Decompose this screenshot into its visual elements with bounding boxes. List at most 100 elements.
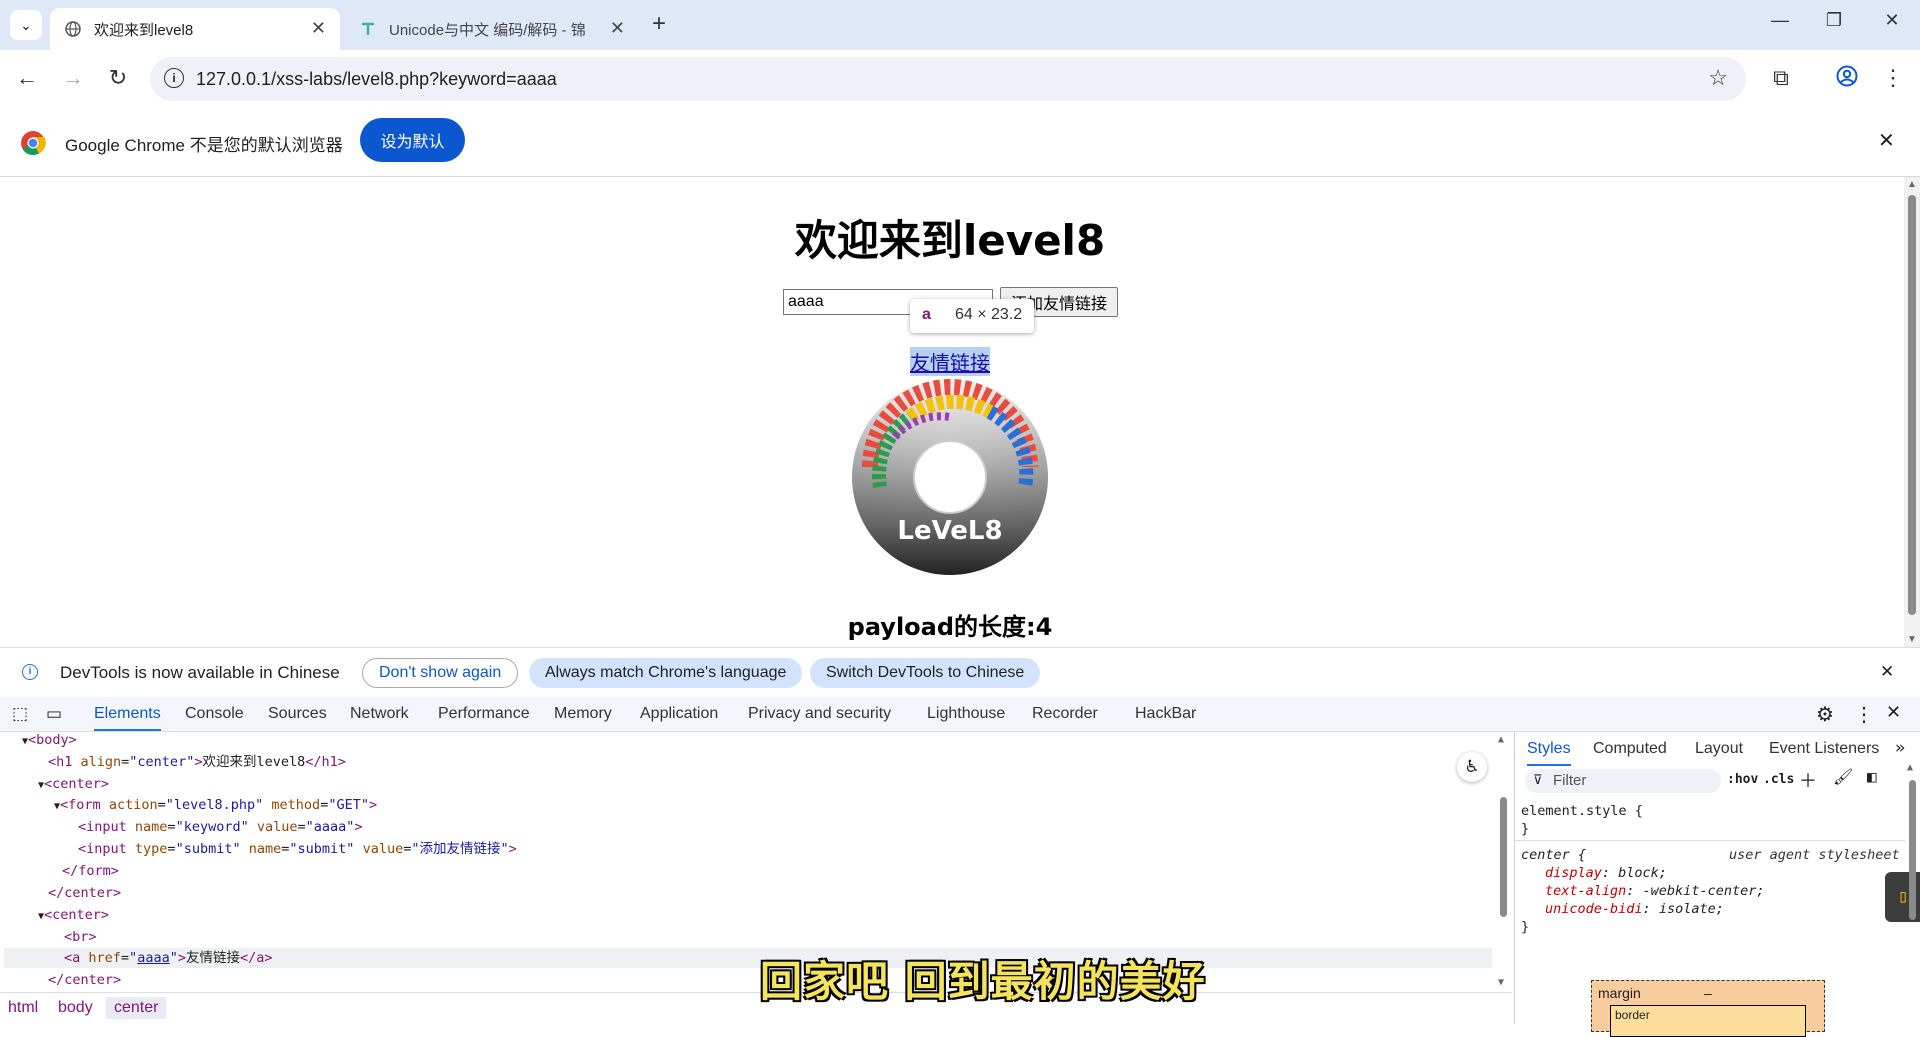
disc-text: LeVeL8 <box>897 516 1002 546</box>
menu-icon[interactable]: ⋮ <box>1878 65 1908 91</box>
scrollbar-thumb[interactable] <box>1909 780 1916 920</box>
chrome-logo-icon <box>20 130 46 159</box>
tab-application[interactable]: Application <box>640 705 718 723</box>
more-tabs-icon[interactable]: » <box>1895 738 1905 758</box>
match-language-button[interactable]: Always match Chrome's language <box>529 658 803 688</box>
devtools-tabbar: ⬚ ▭ Elements Console Sources Network Per… <box>0 697 1920 732</box>
dom-line-body[interactable]: ▼<body> <box>22 730 77 750</box>
switch-chinese-button[interactable]: Switch DevTools to Chinese <box>810 658 1041 688</box>
page-heading: 欢迎来到level8 <box>794 216 1106 265</box>
info-icon: i <box>22 664 38 680</box>
elements-scrollbar[interactable]: ▲ ▼ <box>1498 732 1510 990</box>
minimize-icon[interactable]: — <box>1760 10 1800 31</box>
close-infobar-icon[interactable]: ✕ <box>1878 128 1895 153</box>
site-info-icon[interactable]: i <box>164 68 184 88</box>
device-toolbar-icon[interactable]: ▭ <box>46 704 62 724</box>
inspect-element-icon[interactable]: ⬚ <box>12 704 28 724</box>
tab-sources[interactable]: Sources <box>268 705 327 723</box>
sidebar-toggle-icon[interactable]: ◧ <box>1867 767 1877 786</box>
friend-link[interactable]: 友情链接 <box>910 347 990 376</box>
paint-icon[interactable]: 🖌 <box>1833 767 1853 786</box>
accessibility-tree-icon[interactable]: ♿ <box>1457 752 1487 782</box>
styles-panel: Styles Computed Layout Event Listeners »… <box>1514 732 1920 1037</box>
dom-line-center2[interactable]: ▼<center> <box>38 905 109 925</box>
level8-disc-image: LeVeL8 <box>850 377 1050 580</box>
scroll-down-icon[interactable]: ▼ <box>1907 634 1917 645</box>
tab-styles[interactable]: Styles <box>1527 740 1571 766</box>
profile-icon[interactable] <box>1832 65 1862 93</box>
tab-search-button[interactable]: ⌄ <box>10 10 42 40</box>
tab-performance[interactable]: Performance <box>438 705 530 723</box>
dom-line-h1[interactable]: <h1 align="center">欢迎来到level8</h1> <box>48 752 346 772</box>
scrollbar-thumb[interactable] <box>1908 195 1916 615</box>
scroll-up-icon[interactable]: ▲ <box>1907 762 1913 773</box>
bookmark-star-icon[interactable]: ☆ <box>1708 65 1728 91</box>
scroll-up-icon[interactable]: ▲ <box>1498 734 1504 745</box>
close-window-icon[interactable]: ✕ <box>1872 10 1912 31</box>
url-text[interactable]: 127.0.0.1/xss-labs/level8.php?keyword=aa… <box>196 69 557 90</box>
tab-unicode[interactable]: Unicode与中文 编码/解码 - 锦 ✕ <box>345 8 635 50</box>
tooltip-size: 64 × 23.2 <box>955 306 1023 323</box>
breadcrumb-center[interactable]: center <box>106 997 167 1019</box>
tab-privacy-security[interactable]: Privacy and security <box>748 705 891 723</box>
tab-lighthouse[interactable]: Lighthouse <box>927 705 1005 723</box>
scroll-down-icon[interactable]: ▼ <box>1498 977 1504 988</box>
dont-show-again-button[interactable]: Don't show again <box>362 658 519 688</box>
dom-line-a-selected[interactable]: <a href="aaaa">友情链接</a> <box>4 948 1492 968</box>
prop-display[interactable]: display: block; <box>1545 863 1667 883</box>
tab-event-listeners[interactable]: Event Listeners <box>1769 740 1879 758</box>
prop-unicode-bidi[interactable]: unicode-bidi: isolate; <box>1545 899 1724 919</box>
reload-icon[interactable]: ↻ <box>103 65 133 91</box>
breadcrumb-body[interactable]: body <box>58 999 93 1017</box>
styles-filter[interactable]: ⊽ Filter <box>1525 769 1721 793</box>
prop-text-align[interactable]: text-align: -webkit-center; <box>1545 881 1764 901</box>
settings-gear-icon[interactable]: ⚙ <box>1816 702 1834 727</box>
breadcrumb-html[interactable]: html <box>8 999 38 1017</box>
elements-panel: ▼<body> <h1 align="center">欢迎来到level8</h… <box>0 732 1512 990</box>
new-tab-button[interactable]: + <box>652 10 666 38</box>
hov-toggle[interactable]: :hov <box>1727 772 1758 787</box>
extensions-icon[interactable]: ⧉ <box>1766 65 1796 91</box>
dom-line-form[interactable]: ▼<form action="level8.php" method="GET"> <box>54 795 377 815</box>
more-options-icon[interactable]: ⋮ <box>1854 702 1874 727</box>
dom-line-center2-close[interactable]: </center> <box>48 970 121 990</box>
scroll-up-icon[interactable]: ▲ <box>1907 179 1917 190</box>
tab-network[interactable]: Network <box>350 705 409 723</box>
dom-line-input-keyword[interactable]: <input name="keyword" value="aaaa"> <box>78 817 363 837</box>
restore-icon[interactable]: ❐ <box>1814 10 1854 31</box>
styles-scrollbar[interactable]: ▲ <box>1907 760 1919 1024</box>
close-tab-icon[interactable]: ✕ <box>610 18 625 39</box>
dom-line-center-close[interactable]: </center> <box>48 883 121 903</box>
tab-computed[interactable]: Computed <box>1593 740 1667 758</box>
tab-memory[interactable]: Memory <box>554 705 612 723</box>
cls-toggle[interactable]: .cls <box>1763 772 1794 787</box>
dom-line-input-submit[interactable]: <input type="submit" name="submit" value… <box>78 839 517 859</box>
dom-line-form-close[interactable]: </form> <box>62 861 119 881</box>
close-devtools-icon[interactable]: ✕ <box>1886 702 1901 723</box>
filter-icon: ⊽ <box>1533 772 1543 787</box>
filter-placeholder: Filter <box>1553 772 1587 789</box>
forward-icon[interactable]: → <box>58 65 88 91</box>
close-tab-icon[interactable]: ✕ <box>311 18 326 39</box>
address-bar[interactable]: i 127.0.0.1/xss-labs/level8.php?keyword=… <box>150 57 1746 101</box>
element-style-rule[interactable]: element.style { <box>1521 801 1643 821</box>
close-banner-icon[interactable]: ✕ <box>1880 662 1894 682</box>
center-rule-selector[interactable]: center { <box>1521 845 1586 865</box>
box-model-border: border <box>1610 1005 1806 1037</box>
tab-recorder[interactable]: Recorder <box>1032 705 1098 723</box>
set-default-button[interactable]: 设为默认 <box>360 118 465 162</box>
new-rule-icon[interactable]: ＋ <box>1799 767 1817 793</box>
tab-console[interactable]: Console <box>185 705 244 723</box>
back-icon[interactable]: ← <box>12 65 42 91</box>
tab-hackbar[interactable]: HackBar <box>1135 705 1196 723</box>
dom-line-center[interactable]: ▼<center> <box>38 774 109 794</box>
tool-site-icon <box>359 20 377 38</box>
dom-line-br[interactable]: <br> <box>64 927 97 947</box>
tab-level8[interactable]: 欢迎来到level8 ✕ <box>50 8 340 50</box>
tab-elements[interactable]: Elements <box>94 705 161 731</box>
tab-layout[interactable]: Layout <box>1695 740 1743 758</box>
tab-title: Unicode与中文 编码/解码 - 锦 <box>389 21 586 39</box>
page-scrollbar[interactable]: ▲ ▼ <box>1904 177 1920 647</box>
center-rule-close: } <box>1521 919 1530 935</box>
scrollbar-thumb[interactable] <box>1500 797 1507 917</box>
